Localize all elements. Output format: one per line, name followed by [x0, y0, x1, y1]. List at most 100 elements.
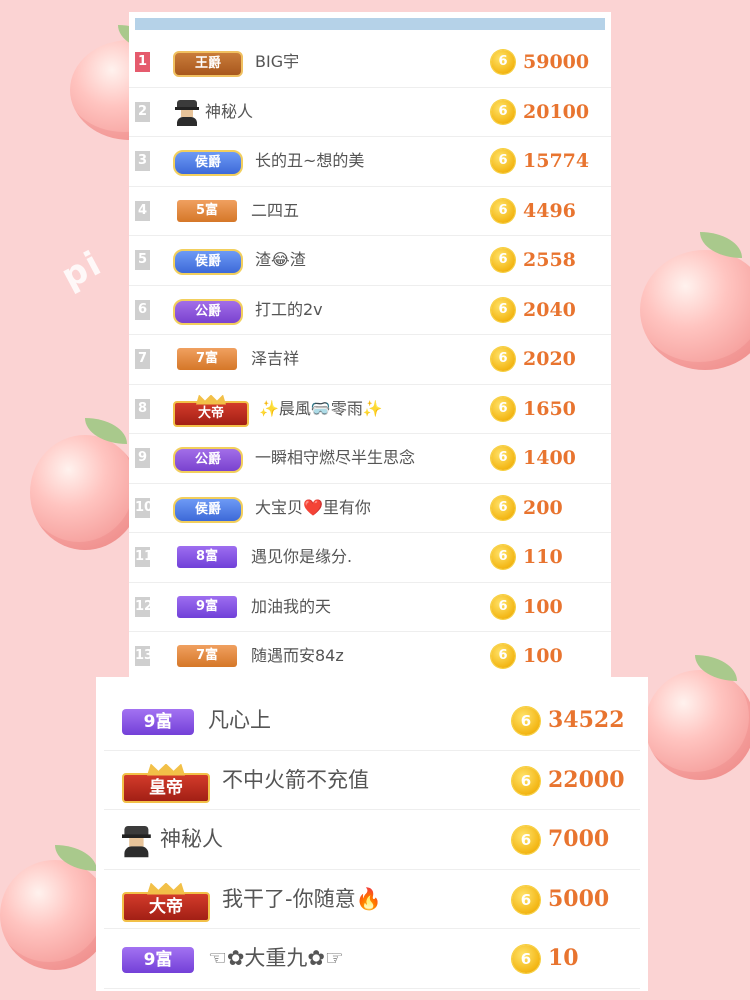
user-name: 遇见你是缘分. [251, 547, 353, 566]
score-value: 7000 [548, 826, 610, 852]
rank-number: 8 [135, 398, 150, 419]
mystery-person-icon [175, 99, 199, 126]
user-name: 不中火箭不充值 [222, 767, 369, 792]
user-name: 凡心上 [208, 708, 271, 732]
badge-label: 侯爵 [194, 501, 221, 517]
rank-badge: 王爵 [173, 51, 243, 77]
coin-icon: 6 [491, 248, 515, 272]
peach-decoration [30, 435, 140, 550]
user-name: 我干了-你随意🔥 [222, 886, 382, 911]
coin-icon: 6 [491, 347, 515, 371]
coin-icon: 6 [491, 446, 515, 470]
badge-label: 8富 [195, 549, 219, 564]
coin-icon: 6 [491, 99, 515, 124]
peach-decoration [640, 250, 750, 370]
ranking-row[interactable]: 8 大帝 ✨晨風🥽零雨✨ 6 1650 [129, 385, 611, 434]
score-value: 10 [548, 945, 579, 971]
score-value: 4496 [523, 199, 576, 222]
coin-icon: 6 [491, 594, 515, 619]
badge-label: 9富 [143, 950, 173, 970]
rank-number: 11 [135, 547, 153, 567]
ranking-row[interactable]: 4 5富 二四五 6 4496 [129, 187, 611, 236]
badge-label: 7富 [195, 351, 219, 366]
user-name: 大宝贝❤️里有你 [255, 497, 371, 517]
ranking-row[interactable]: 9 公爵 一瞬相守燃尽半生思念 6 1400 [129, 434, 611, 484]
rank-badge: 大帝 [173, 394, 249, 427]
badge-label: 5富 [195, 202, 219, 218]
rank-badge: 大帝 [122, 882, 210, 922]
ranking-row[interactable]: 10 侯爵 大宝贝❤️里有你 6 200 [129, 484, 611, 533]
rank-badge: 皇帝 [122, 763, 210, 803]
ranking-row[interactable]: 7 7富 泽吉祥 6 2020 [129, 335, 611, 385]
rank-badge: 侯爵 [173, 496, 243, 523]
rank-badge: 公爵 [173, 298, 243, 325]
rank-badge: 9富 [122, 709, 194, 735]
rank-number: 4 [135, 200, 150, 221]
rank-badge: 9富 [177, 595, 237, 618]
user-name: 二四五 [251, 200, 300, 220]
ranking-row[interactable]: 11 8富 遇见你是缘分. 6 110 [129, 533, 611, 583]
user-name: 打工的2v [255, 299, 323, 319]
ranking-row[interactable]: 13 7富 随遇而安84z 6 100 [129, 632, 611, 677]
badge-label: 王爵 [194, 56, 221, 71]
rank-number: 6 [135, 299, 150, 320]
ranking-panel: 1 王爵 BIG宇 6 59000 2 神秘人 6 20100 3 侯爵 长的丑~想的美 6 15774 4… [129, 12, 611, 677]
mystery-person-icon [122, 826, 158, 864]
score-value: 34522 [548, 707, 625, 733]
ranking-row[interactable]: 6 公爵 打工的2v 6 2040 [129, 286, 611, 335]
badge-label: 大帝 [149, 896, 183, 917]
coin-icon: 6 [491, 644, 515, 668]
rank-badge: 侯爵 [173, 150, 243, 176]
user-name: ✨晨風🥽零雨✨ [259, 398, 383, 418]
crown-icon [196, 394, 226, 405]
user-name: 加油我的天 [251, 596, 332, 616]
rank-badge: 9富 [122, 947, 194, 973]
badge-label: 7富 [195, 648, 219, 663]
ranking-row[interactable]: 3 侯爵 长的丑~想的美 6 15774 [129, 137, 611, 187]
peach-decoration [0, 860, 110, 970]
crown-icon [147, 882, 185, 895]
ranking-row[interactable]: 5 侯爵 渣😂渣 6 2558 [129, 236, 611, 286]
ranking-row[interactable]: 9富 ☜✿大重九✿☞ 6 10 [104, 929, 640, 989]
coin-icon: 6 [491, 545, 515, 569]
coin-icon: 6 [512, 766, 540, 795]
coin-icon: 6 [491, 495, 515, 520]
badge-label: 侯爵 [194, 254, 221, 269]
score-value: 2558 [523, 249, 576, 271]
rank-number: 10 [135, 497, 153, 518]
panel-header-bar [135, 18, 605, 30]
user-name: BIG宇 [255, 52, 300, 71]
ranking-row[interactable]: 9富 凡心上 6 34522 [104, 691, 640, 751]
coin-icon: 6 [512, 945, 540, 973]
score-value: 59000 [523, 51, 590, 73]
badge-label: 公爵 [194, 452, 221, 467]
badge-label: 皇帝 [149, 777, 183, 798]
rank-number: 3 [135, 151, 150, 171]
crown-icon [147, 763, 185, 776]
score-value: 22000 [548, 766, 625, 793]
ranking-list: 1 王爵 BIG宇 6 59000 2 神秘人 6 20100 3 侯爵 长的丑~想的美 6 15774 4… [129, 38, 611, 677]
rank-number: 2 [135, 101, 150, 122]
ranking-row[interactable]: 12 9富 加油我的天 6 100 [129, 583, 611, 632]
badge-label: 9富 [195, 598, 219, 614]
user-name: ☜✿大重九✿☞ [208, 946, 344, 970]
coin-icon: 6 [491, 50, 515, 74]
score-value: 100 [523, 645, 563, 667]
ranking-row[interactable]: 大帝 我干了-你随意🔥 6 5000 [104, 870, 640, 929]
ranking-row[interactable]: 神秘人 6 7000 [104, 810, 640, 870]
rank-number: 7 [135, 349, 150, 369]
user-name: 随遇而安84z [251, 646, 344, 665]
score-value: 100 [523, 595, 563, 618]
user-name: 泽吉祥 [251, 349, 300, 368]
badge-label: 公爵 [194, 303, 221, 319]
coin-icon: 6 [491, 198, 515, 223]
ranking-row[interactable]: 2 神秘人 6 20100 [129, 88, 611, 137]
ranking-row[interactable]: 1 王爵 BIG宇 6 59000 [129, 38, 611, 88]
rank-badge: 公爵 [173, 447, 243, 473]
score-value: 1650 [523, 397, 576, 420]
score-value: 200 [523, 496, 563, 519]
ranking-row[interactable]: 皇帝 不中火箭不充值 6 22000 [104, 751, 640, 810]
score-value: 2040 [523, 298, 576, 321]
rank-number: 5 [135, 250, 150, 270]
badge-label: 大帝 [197, 405, 224, 421]
